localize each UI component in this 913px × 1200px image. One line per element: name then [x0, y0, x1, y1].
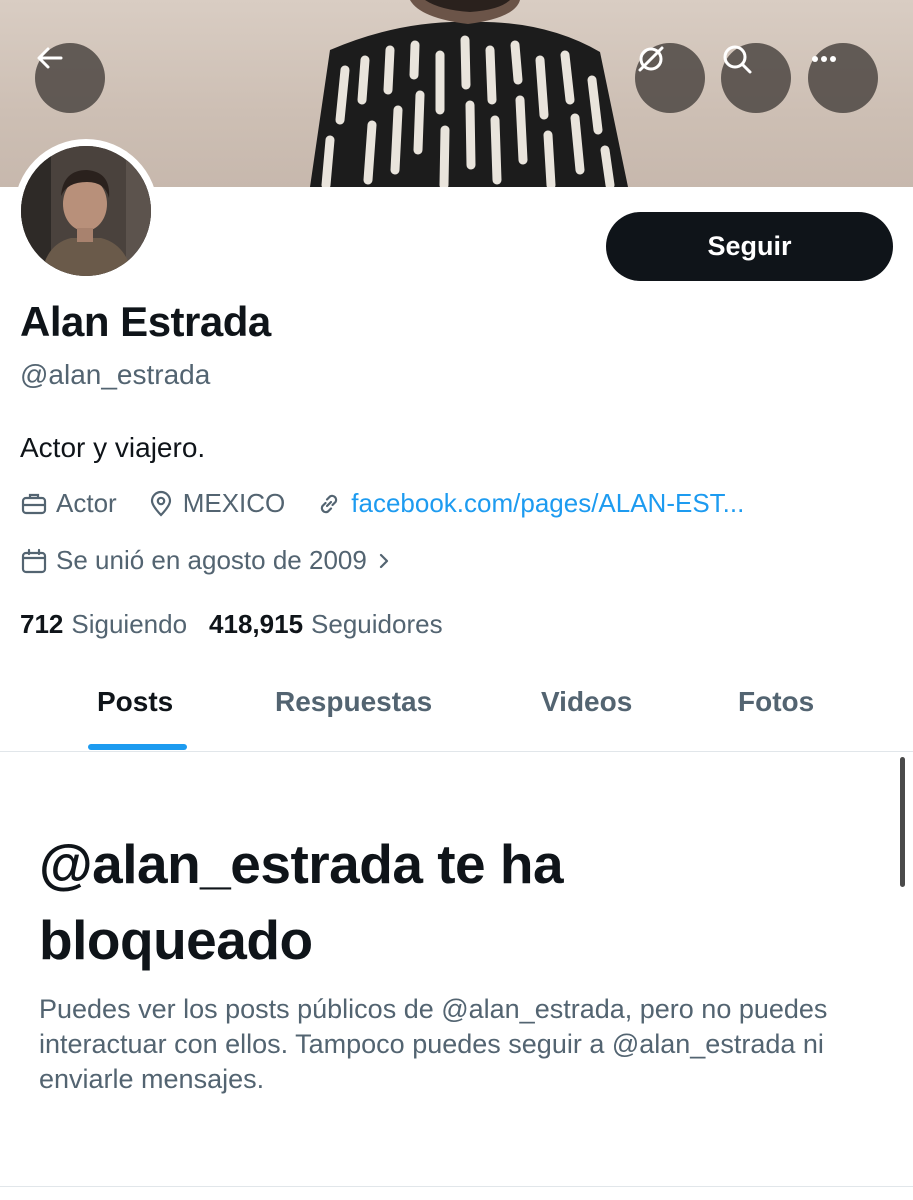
blocked-description: Puedes ver los posts públicos de @alan_e… — [39, 994, 828, 1094]
grok-button[interactable] — [635, 43, 705, 113]
following-stat[interactable]: 712 Siguiendo — [20, 609, 187, 640]
joined-text: Se unió en agosto de 2009 — [56, 545, 367, 575]
tab-respuestas[interactable]: Respuestas — [275, 686, 432, 718]
calendar-icon — [21, 548, 47, 573]
avatar[interactable] — [14, 139, 158, 283]
profile-banner[interactable] — [0, 0, 913, 187]
followers-stat[interactable]: 418,915 Seguidores — [209, 609, 443, 640]
location-text: MEXICO — [182, 488, 286, 518]
following-label: Siguiendo — [71, 609, 188, 639]
blocked-title: @alan_estrada te ha bloqueado — [39, 833, 564, 971]
location-pin-icon — [150, 490, 171, 517]
search-button[interactable] — [721, 43, 791, 113]
joined-item[interactable]: Se unió en agosto de 2009 — [20, 545, 403, 576]
website-item[interactable]: facebook.com/pages/ALAN-EST... — [315, 488, 744, 519]
grok-icon — [638, 46, 664, 72]
tab-videos[interactable]: Videos — [541, 686, 632, 718]
more-icon — [812, 56, 836, 62]
profile-handle: @alan_estrada — [20, 359, 211, 390]
profile-name: Alan Estrada — [20, 298, 271, 345]
tab-fotos[interactable]: Fotos — [738, 686, 814, 718]
chevron-right-icon — [379, 553, 388, 568]
divider — [0, 1186, 913, 1187]
profile-bio: Actor y viajero. — [20, 432, 206, 463]
scrollbar[interactable] — [900, 757, 905, 887]
more-button[interactable] — [808, 43, 878, 113]
avatar-image — [21, 146, 151, 276]
following-count: 712 — [20, 609, 64, 639]
category-text: Actor — [56, 488, 117, 518]
followers-count: 418,915 — [209, 609, 304, 639]
category-item: Actor — [20, 488, 117, 519]
back-button[interactable] — [35, 43, 105, 113]
profile-tabs: Posts Respuestas Videos Fotos — [0, 665, 913, 752]
profile-meta-row: Actor MEXICO facebook.com/pages/ALAN-EST… — [20, 488, 774, 519]
follow-button[interactable]: Seguir — [606, 212, 893, 281]
location-item: MEXICO — [147, 488, 286, 519]
link-icon — [321, 494, 338, 513]
briefcase-icon — [21, 493, 47, 514]
profile-stats: 712 Siguiendo 418,915 Seguidores — [20, 609, 465, 640]
followers-label: Seguidores — [311, 609, 443, 639]
website-link[interactable]: facebook.com/pages/ALAN-EST... — [351, 488, 744, 519]
search-icon — [723, 45, 752, 74]
joined-row[interactable]: Se unió en agosto de 2009 — [20, 545, 433, 576]
active-tab-indicator — [88, 744, 187, 750]
arrow-left-icon — [37, 47, 63, 69]
tab-posts[interactable]: Posts — [97, 686, 173, 718]
